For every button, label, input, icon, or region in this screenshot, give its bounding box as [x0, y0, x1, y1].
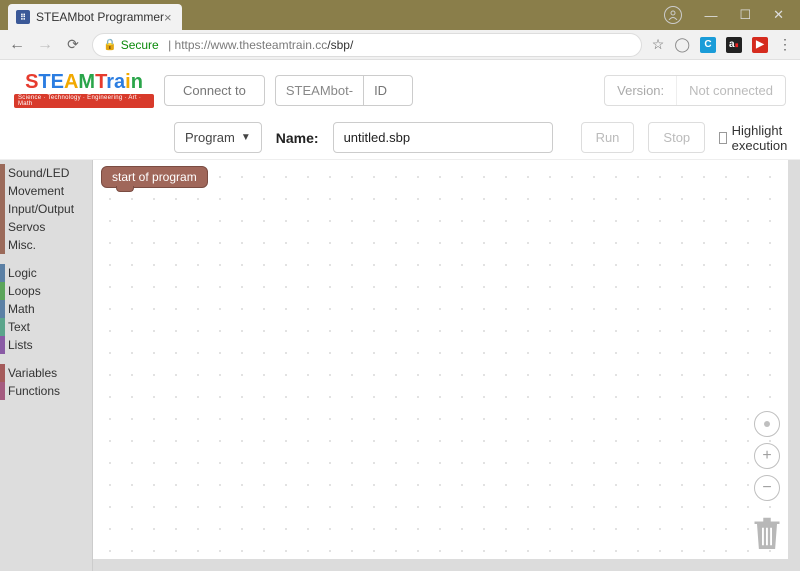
extension-icon-2[interactable]: a∎ — [726, 37, 742, 53]
category-movement[interactable]: Movement — [0, 182, 92, 200]
highlight-checkbox[interactable] — [719, 132, 726, 144]
category-servos[interactable]: Servos — [0, 218, 92, 236]
category-lists[interactable]: Lists — [0, 336, 92, 354]
zoom-controls: + − — [754, 411, 780, 501]
device-id-input[interactable] — [363, 75, 413, 106]
vertical-scrollbar[interactable] — [788, 160, 800, 571]
device-prefix: STEAMbot- — [275, 75, 363, 106]
version-label: Version: — [605, 76, 676, 105]
forward-icon[interactable]: → — [36, 36, 54, 54]
name-label: Name: — [276, 130, 319, 146]
window-controls: ― ☐ ✕ — [648, 0, 800, 30]
secure-label: Secure — [121, 38, 159, 52]
toolbar-extensions: ☆ ◯ C a∎ ▶ ⋮ — [652, 36, 792, 53]
browser-tab[interactable]: ⠿ STEAMbot Programmer × — [8, 4, 182, 30]
tab-title: STEAMbot Programmer — [36, 10, 164, 24]
highlight-checkbox-wrap[interactable]: Highlight execution — [719, 123, 792, 153]
connect-button[interactable]: Connect to — [164, 75, 265, 106]
version-value: Not connected — [676, 76, 785, 105]
zoom-out-icon[interactable]: − — [754, 475, 780, 501]
category-logic[interactable]: Logic — [0, 264, 92, 282]
category-loops[interactable]: Loops — [0, 282, 92, 300]
window-titlebar: ⠿ STEAMbot Programmer × ― ☐ ✕ — [0, 0, 800, 30]
steamtrain-logo: STEAMTrain Science · Technology · Engine… — [14, 68, 154, 112]
reload-icon[interactable]: ⟳ — [64, 36, 82, 53]
zoom-center-icon[interactable] — [754, 411, 780, 437]
version-box: Version: Not connected — [604, 75, 786, 106]
page-content: STEAMTrain Science · Technology · Engine… — [0, 60, 800, 571]
category-text[interactable]: Text — [0, 318, 92, 336]
category-math[interactable]: Math — [0, 300, 92, 318]
maximize-icon[interactable]: ☐ — [739, 7, 751, 23]
run-button[interactable]: Run — [581, 122, 635, 153]
extension-icon-3[interactable]: ▶ — [752, 37, 768, 53]
filename-input[interactable] — [333, 122, 553, 153]
tab-close-icon[interactable]: × — [164, 10, 172, 25]
workspace: Sound/LEDMovementInput/OutputServosMisc.… — [0, 159, 800, 571]
url-divider: | — [165, 38, 175, 52]
category-sound-led[interactable]: Sound/LED — [0, 164, 92, 182]
close-window-icon[interactable]: ✕ — [773, 7, 784, 23]
category-functions[interactable]: Functions — [0, 382, 92, 400]
url-host: https://www.thesteamtrain.cc — [175, 38, 328, 52]
extension-icon-1[interactable]: C — [700, 37, 716, 53]
browser-address-bar: ← → ⟳ 🔒 Secure | https://www.thesteamtra… — [0, 30, 800, 60]
stop-button[interactable]: Stop — [648, 122, 705, 153]
highlight-label: Highlight execution — [732, 123, 792, 153]
minimize-icon[interactable]: ― — [704, 8, 717, 23]
back-icon[interactable]: ← — [8, 36, 26, 54]
chevron-down-icon: ▼ — [241, 132, 251, 143]
mode-selected: Program — [185, 130, 235, 145]
url-input[interactable]: 🔒 Secure | https://www.thesteamtrain.cc … — [92, 33, 642, 57]
lock-icon: 🔒 — [103, 38, 117, 51]
chrome-menu-icon[interactable]: ⋮ — [778, 36, 792, 53]
category-variables[interactable]: Variables — [0, 364, 92, 382]
trash-icon[interactable] — [752, 516, 782, 557]
user-icon[interactable] — [664, 6, 682, 24]
blockly-canvas[interactable]: start of program + − — [92, 160, 800, 571]
url-path: /sbp/ — [327, 38, 353, 52]
block-category-bar: Sound/LEDMovementInput/OutputServosMisc.… — [0, 160, 92, 571]
app-toolbar: STEAMTrain Science · Technology · Engine… — [0, 60, 800, 159]
horizontal-scrollbar[interactable] — [93, 559, 788, 571]
category-input-output[interactable]: Input/Output — [0, 200, 92, 218]
mode-dropdown[interactable]: Program ▼ — [174, 122, 262, 153]
start-of-program-block[interactable]: start of program — [101, 166, 208, 188]
category-misc-[interactable]: Misc. — [0, 236, 92, 254]
circle-icon[interactable]: ◯ — [674, 36, 690, 53]
bookmark-star-icon[interactable]: ☆ — [652, 36, 665, 53]
logo-subtitle: Science · Technology · Engineering · Art… — [14, 94, 154, 108]
tab-favicon: ⠿ — [16, 10, 30, 24]
zoom-in-icon[interactable]: + — [754, 443, 780, 469]
